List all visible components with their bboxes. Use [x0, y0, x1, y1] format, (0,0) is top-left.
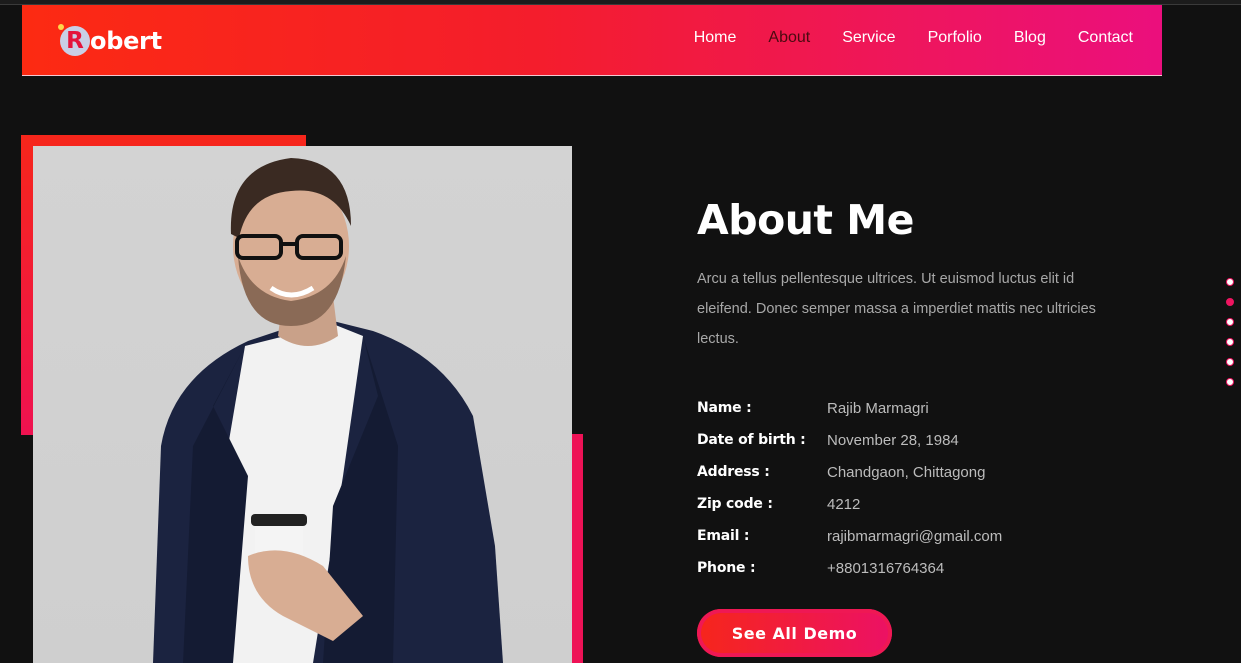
- info-row-email: Email : rajibmarmagri@gmail.com: [697, 520, 1117, 552]
- info-value: November 28, 1984: [827, 431, 959, 449]
- section-dot[interactable]: [1226, 378, 1234, 386]
- nav-link-service[interactable]: Service: [842, 29, 895, 47]
- info-row-zip-code: Zip code : 4212: [697, 488, 1117, 520]
- info-label: Phone :: [697, 560, 756, 576]
- logo[interactable]: R obert: [58, 22, 162, 60]
- nav-link-home[interactable]: Home: [694, 29, 737, 47]
- section-dot[interactable]: [1226, 278, 1234, 286]
- logo-badge-letter: R: [66, 28, 84, 54]
- info-value: +8801316764364: [827, 559, 945, 577]
- logo-badge-icon: R: [58, 24, 90, 56]
- info-label: Address :: [697, 464, 770, 480]
- section-dot[interactable]: [1226, 318, 1234, 326]
- personal-info-list: Name : Rajib Marmagri Date of birth : No…: [697, 392, 1117, 584]
- section-dot[interactable]: [1226, 358, 1234, 366]
- main-nav: Home About Service Porfolio Blog Contact: [662, 29, 1133, 47]
- info-label: Name :: [697, 400, 752, 416]
- info-label: Date of birth :: [697, 432, 806, 448]
- site-header: R obert Home About Service Porfolio Blog…: [22, 5, 1162, 76]
- section-dot[interactable]: [1226, 338, 1234, 346]
- about-section: About Me Arcu a tellus pellentesque ultr…: [697, 190, 1117, 354]
- info-row-name: Name : Rajib Marmagri: [697, 392, 1117, 424]
- nav-link-blog[interactable]: Blog: [1014, 29, 1046, 47]
- info-row-phone: Phone : +8801316764364: [697, 552, 1117, 584]
- spark-icon: [58, 24, 64, 30]
- info-label: Zip code :: [697, 496, 773, 512]
- info-value: Rajib Marmagri: [827, 399, 929, 417]
- info-value: rajibmarmagri@gmail.com: [827, 527, 1003, 545]
- info-value: 4212: [827, 495, 861, 513]
- person-illustration: [153, 158, 503, 663]
- section-dot-active[interactable]: [1226, 298, 1234, 306]
- nav-link-contact[interactable]: Contact: [1078, 29, 1133, 47]
- info-label: Email :: [697, 528, 750, 544]
- nav-link-about[interactable]: About: [768, 29, 810, 47]
- nav-link-portfolio[interactable]: Porfolio: [928, 29, 982, 47]
- photo-frame-accent-bottom: [572, 434, 583, 663]
- about-title: About Me: [697, 196, 914, 244]
- logo-text: obert: [90, 27, 162, 55]
- profile-photo: [33, 146, 572, 663]
- about-description: Arcu a tellus pellentesque ultrices. Ut …: [697, 271, 1096, 347]
- info-row-address: Address : Chandgaon, Chittagong: [697, 456, 1117, 488]
- info-value: Chandgaon, Chittagong: [827, 463, 986, 481]
- info-row-date-of-birth: Date of birth : November 28, 1984: [697, 424, 1117, 456]
- section-dot-nav: [1226, 278, 1238, 398]
- see-all-demo-button[interactable]: See All Demo: [697, 609, 892, 657]
